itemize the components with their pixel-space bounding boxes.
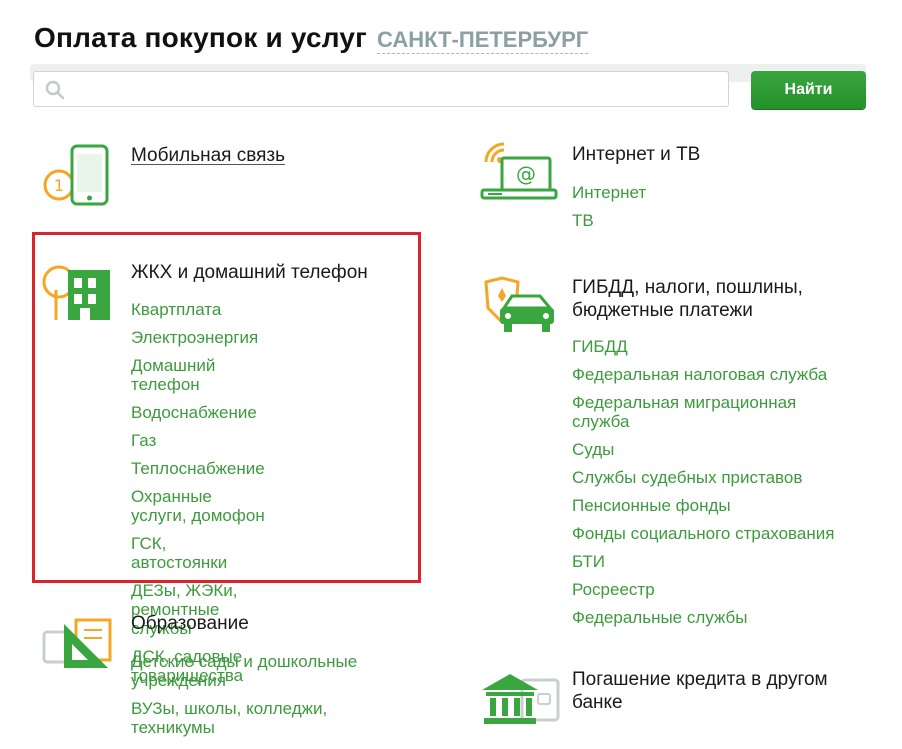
link-internet[interactable]: Интернет [572,183,646,202]
search-icon [45,80,65,100]
link-kindergartens[interactable]: Детские сады и дошкольные учреждения [131,652,381,690]
link-federal-services[interactable]: Федеральные службы [572,608,852,627]
laptop-wifi-icon: @ [480,142,558,200]
link-universities[interactable]: ВУЗы, школы, колледжи, техникумы [131,699,381,737]
link-tax-service[interactable]: Федеральная налоговая служба [572,365,852,384]
category-links-gibdd: ГИБДД Федеральная налоговая служба Федер… [572,337,852,636]
mobile-phone-icon: 1 [43,144,109,206]
category-title-mobile[interactable]: Мобильная связь [131,144,285,167]
link-bailiffs[interactable]: Службы судебных приставов [572,468,852,487]
link-gibdd[interactable]: ГИБДД [572,337,852,356]
house-icon [42,265,110,320]
category-title-credit[interactable]: Погашение кредита в другом банке [572,668,828,714]
link-garages[interactable]: ГСК, автостоянки [131,534,265,572]
category-title-credit-line1: Погашение кредита в другом [572,669,828,690]
link-bti[interactable]: БТИ [572,552,852,571]
link-social-insurance[interactable]: Фонды социального страхования [572,524,852,543]
link-security[interactable]: Охранные услуги, домофон [131,487,265,525]
link-migration-service[interactable]: Федеральная миграционная служба [572,393,852,431]
category-title-housing[interactable]: ЖКХ и домашний телефон [131,261,368,284]
category-title-credit-line2: банке [572,692,623,713]
category-title-gibdd[interactable]: ГИБДД, налоги, пошлины, бюджетные платеж… [572,276,803,322]
link-electricity[interactable]: Электроэнергия [131,328,265,347]
category-links-internet: Интернет ТВ [572,183,646,239]
category-links-education: Детские сады и дошкольные учреждения ВУЗ… [131,652,381,746]
link-heating[interactable]: Теплоснабжение [131,459,265,478]
payments-page: Оплата покупок и услуг САНКТ-ПЕТЕРБУРГ Н… [0,0,902,749]
link-kvartplata[interactable]: Квартплата [131,300,265,319]
svg-text:1: 1 [54,176,64,195]
search-input[interactable] [33,71,729,107]
link-tv[interactable]: ТВ [572,211,646,230]
city-selector[interactable]: САНКТ-ПЕТЕРБУРГ [377,27,589,54]
link-water[interactable]: Водоснабжение [131,403,265,422]
link-pension-funds[interactable]: Пенсионные фонды [572,496,852,515]
category-title-education[interactable]: Образование [131,612,249,635]
link-gas[interactable]: Газ [131,431,265,450]
category-title-internet[interactable]: Интернет и ТВ [572,143,700,166]
bank-building-icon [482,674,560,724]
search-button[interactable]: Найти [751,71,866,109]
category-title-gibdd-line2: бюджетные платежи [572,300,753,321]
link-courts[interactable]: Суды [572,440,852,459]
link-rosreestr[interactable]: Росреестр [572,580,852,599]
category-title-gibdd-line1: ГИБДД, налоги, пошлины, [572,277,803,298]
link-home-phone[interactable]: Домашний телефон [131,356,265,394]
car-emblem-icon [484,276,554,332]
svg-text:@: @ [516,162,536,186]
ruler-triangle-icon [42,618,112,668]
page-header: Оплата покупок и услуг САНКТ-ПЕТЕРБУРГ [34,22,589,54]
page-title: Оплата покупок и услуг [34,22,368,53]
